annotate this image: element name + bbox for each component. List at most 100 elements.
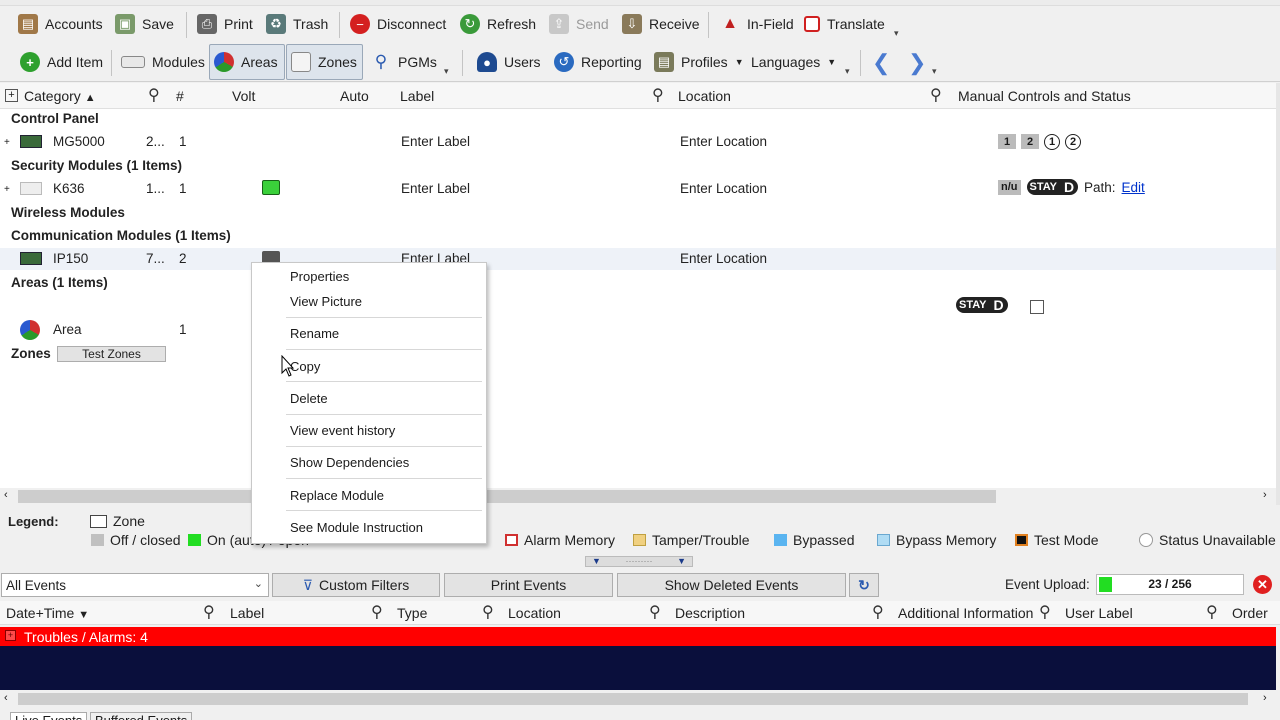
custom-filters-button[interactable]: ⊽ Custom Filters — [272, 573, 440, 597]
additional-info-header[interactable]: Additional Information — [898, 601, 1033, 625]
areas-button[interactable]: Areas — [209, 44, 285, 80]
toolbar-overflow-icon[interactable]: ▾ — [845, 66, 850, 77]
languages-dropdown[interactable]: Languages ▼ — [747, 44, 840, 80]
horizontal-scrollbar[interactable]: ‹ › — [0, 488, 1276, 505]
menu-item-properties[interactable]: Properties — [290, 269, 349, 284]
test-zones-button[interactable]: Test Zones — [57, 346, 166, 362]
menu-item-view-event-history[interactable]: View event history — [290, 423, 395, 438]
search-icon[interactable]: ⚲ — [148, 83, 160, 109]
menu-item-show-dependencies[interactable]: Show Dependencies — [290, 455, 409, 470]
search-icon[interactable]: ⚲ — [649, 601, 661, 625]
type-header[interactable]: Type — [397, 601, 427, 625]
user-label-header[interactable]: User Label — [1065, 601, 1133, 625]
search-icon[interactable]: ⚲ — [872, 601, 884, 625]
print-events-button[interactable]: Print Events — [444, 573, 613, 597]
label-cell[interactable]: Enter Label — [401, 134, 470, 149]
disconnect-button[interactable]: − Disconnect — [346, 6, 450, 42]
area-badge[interactable]: 1 — [998, 134, 1016, 149]
table-row[interactable]: + MG5000 2... 1 Enter Label Enter Locati… — [0, 131, 1276, 153]
accounts-button[interactable]: ▤ Accounts — [14, 6, 107, 42]
search-icon[interactable]: ⚲ — [1206, 601, 1218, 625]
table-row[interactable]: + K636 1... 1 Enter Label Enter Location… — [0, 178, 1276, 200]
toolbar-overflow-icon[interactable]: ▾ — [894, 28, 899, 39]
table-row-selected[interactable]: IP150 7... 2 Enter Label Enter Location — [0, 248, 1276, 270]
expand-icon[interactable]: + — [4, 137, 10, 148]
scroll-right-icon[interactable]: › — [1263, 692, 1267, 704]
menu-item-delete[interactable]: Delete — [290, 391, 328, 406]
users-button[interactable]: ● Users — [473, 44, 545, 80]
location-cell[interactable]: Enter Location — [680, 134, 767, 149]
toolbar-overflow-icon[interactable]: ▾ — [444, 66, 449, 77]
trash-button[interactable]: ♻ Trash — [262, 6, 332, 42]
module-serial: 7... — [146, 251, 165, 266]
number-header[interactable]: # — [176, 83, 184, 109]
toolbar-overflow-icon[interactable]: ▾ — [932, 66, 937, 77]
refresh-button[interactable]: ↻ Refresh — [456, 6, 540, 42]
expand-all-icon[interactable]: + — [5, 89, 18, 102]
search-icon[interactable]: ⚲ — [482, 601, 494, 625]
label-cell[interactable]: Enter Label — [401, 181, 470, 196]
events-scrollbar[interactable]: ‹ › — [0, 690, 1280, 708]
arm-badge[interactable]: 1 — [1044, 134, 1060, 150]
save-button[interactable]: ▣ Save — [111, 6, 178, 42]
expand-icon[interactable]: + — [4, 184, 10, 195]
panel-splitter[interactable]: ▼ ⋯⋯⋯ ▼ — [585, 556, 693, 567]
modules-button[interactable]: Modules — [117, 44, 209, 80]
menu-item-rename[interactable]: Rename — [290, 326, 339, 341]
label-header[interactable]: Label — [400, 83, 434, 109]
search-icon[interactable]: ⚲ — [1039, 601, 1051, 625]
scroll-thumb[interactable] — [18, 693, 1248, 705]
table-row[interactable]: STAY D Area 1 — [0, 295, 1276, 341]
label-header[interactable]: Label — [230, 601, 264, 625]
zones-button[interactable]: Zones — [286, 44, 363, 80]
event-filter-select[interactable]: All Events ⌄ — [1, 573, 269, 597]
auto-header[interactable]: Auto — [340, 83, 369, 109]
show-deleted-events-button[interactable]: Show Deleted Events — [617, 573, 846, 597]
scroll-left-icon[interactable]: ‹ — [4, 489, 8, 501]
manual-controls-header[interactable]: Manual Controls and Status — [958, 83, 1131, 109]
receive-button[interactable]: ⇩ Receive — [618, 6, 704, 42]
location-cell[interactable]: Enter Location — [680, 181, 767, 196]
menu-item-see-module-instruction[interactable]: See Module Instruction — [290, 520, 423, 535]
tab-buffered-events[interactable]: Buffered Events — [90, 712, 193, 720]
send-button[interactable]: ⇪ Send — [545, 6, 613, 42]
back-arrow-icon[interactable]: ❮ — [872, 50, 890, 76]
pgms-button[interactable]: ⚲ PGMs — [367, 44, 441, 80]
menu-item-replace-module[interactable]: Replace Module — [290, 488, 384, 503]
add-item-button[interactable]: + Add Item — [16, 44, 107, 80]
menu-item-view-picture[interactable]: View Picture — [290, 294, 362, 309]
stay-d-button[interactable]: STAY D — [956, 297, 1008, 313]
search-icon[interactable]: ⚲ — [652, 83, 664, 109]
profiles-dropdown[interactable]: ▤ Profiles ▼ — [650, 44, 748, 80]
location-header[interactable]: Location — [508, 601, 561, 625]
tab-live-events[interactable]: Live Events — [10, 712, 88, 720]
location-header[interactable]: Location — [678, 83, 731, 109]
edit-link[interactable]: Edit — [1122, 180, 1145, 195]
area-checkbox[interactable] — [1030, 300, 1044, 314]
forward-arrow-icon[interactable]: ❯ — [908, 50, 926, 76]
scroll-left-icon[interactable]: ‹ — [4, 692, 8, 704]
expand-icon[interactable]: + — [5, 630, 16, 641]
search-icon[interactable]: ⚲ — [203, 601, 215, 625]
location-cell[interactable]: Enter Location — [680, 251, 767, 266]
infield-button[interactable]: ▲ In-Field — [716, 6, 798, 42]
print-button[interactable]: ⎙ Print — [193, 6, 257, 42]
category-header[interactable]: Category ▲ — [24, 83, 96, 109]
stop-upload-icon[interactable]: ✕ — [1253, 575, 1272, 594]
scroll-right-icon[interactable]: › — [1263, 489, 1267, 501]
search-icon[interactable]: ⚲ — [930, 83, 942, 109]
reporting-button[interactable]: ↺ Reporting — [550, 44, 646, 80]
vertical-scrollbar[interactable] — [1276, 83, 1280, 553]
volt-header[interactable]: Volt — [232, 83, 255, 109]
stay-d-button[interactable]: STAY D — [1026, 179, 1079, 195]
description-header[interactable]: Description — [675, 601, 745, 625]
area-badge[interactable]: 2 — [1021, 134, 1039, 149]
datetime-header[interactable]: Date+Time ▼ — [6, 601, 89, 625]
search-icon[interactable]: ⚲ — [371, 601, 383, 625]
arm-badge[interactable]: 2 — [1065, 134, 1081, 150]
scroll-thumb[interactable] — [18, 490, 996, 503]
translate-button[interactable]: Translate — [800, 6, 889, 42]
troubles-row[interactable]: + Troubles / Alarms: 4 — [0, 627, 1276, 646]
order-header[interactable]: Order — [1232, 601, 1276, 625]
refresh-events-icon[interactable]: ↻ — [849, 573, 879, 597]
